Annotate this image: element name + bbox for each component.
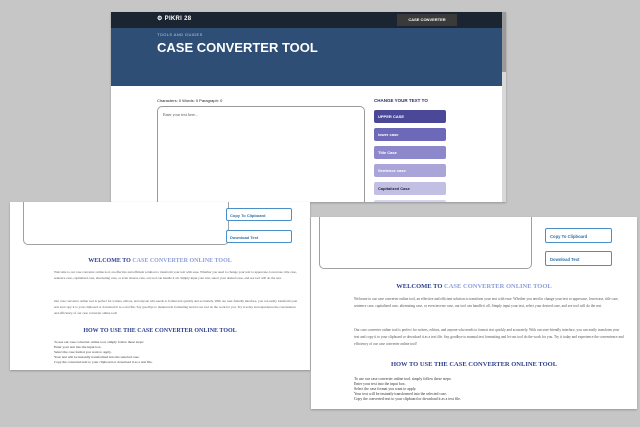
text-input-area[interactable]	[23, 202, 229, 245]
step-item: Select the case format you want to apply…	[54, 350, 112, 354]
lowercase-button[interactable]: lower case	[374, 128, 446, 141]
step-item: Your text will be instantly transformed …	[54, 355, 140, 359]
second-paragraph: Our case converter online tool is perfec…	[54, 299, 298, 315]
scrollbar-thumb[interactable]	[502, 12, 506, 72]
download-text-button[interactable]: Download Text	[226, 230, 292, 243]
steps-intro: To use our case converter online tool, s…	[54, 340, 144, 344]
copy-to-clipboard-button[interactable]: Copy To Clipboard	[545, 228, 612, 243]
screenshot-left: Copy To Clipboard Download Text WELCOME …	[10, 202, 310, 370]
welcome-prefix: WELCOME TO	[396, 283, 445, 290]
step-item: Enter your text into the input box.	[54, 345, 102, 349]
top-navbar: ⚙ PIKRI 28 CASE CONVERTER	[111, 12, 506, 28]
uppercase-button[interactable]: UPPER CASE	[374, 110, 446, 123]
text-input-area[interactable]	[319, 217, 532, 269]
page-scrollbar[interactable]	[502, 12, 506, 202]
more-case-button[interactable]	[374, 200, 446, 202]
copy-to-clipboard-button[interactable]: Copy To Clipboard	[226, 208, 292, 221]
welcome-accent: CASE CONVERTER ONLINE TOOL	[132, 258, 232, 264]
step-item: Copy the converted text to your clipboar…	[354, 397, 461, 401]
nav-case-converter-button[interactable]: CASE CONVERTER	[397, 14, 457, 26]
breadcrumb[interactable]: TOOLS AND GUIDES	[157, 32, 203, 37]
screenshot-right: Copy To Clipboard Download Text WELCOME …	[311, 217, 637, 409]
text-input-area[interactable]: Enter your text here...	[157, 106, 365, 202]
howto-heading: HOW TO USE THE CASE CONVERTER ONLINE TOO…	[390, 361, 558, 368]
titlecase-button[interactable]: Title Case	[374, 146, 446, 159]
sentencecase-button[interactable]: Sentence case	[374, 164, 446, 177]
welcome-accent: CASE CONVERTER ONLINE TOOL	[444, 283, 552, 290]
steps-intro: To use our case converter online tool, s…	[354, 377, 452, 381]
download-text-button[interactable]: Download Text	[545, 251, 612, 266]
howto-heading: HOW TO USE THE CASE CONVERTER ONLINE TOO…	[83, 328, 237, 334]
capitalizedcase-button[interactable]: Capitalized Case	[374, 182, 446, 195]
welcome-heading: WELCOME TO CASE CONVERTER ONLINE TOOL	[10, 258, 310, 264]
site-logo[interactable]: ⚙ PIKRI 28	[157, 15, 191, 22]
welcome-heading: WELCOME TO CASE CONVERTER ONLINE TOOL	[311, 283, 637, 290]
intro-paragraph: Welcome to our case converter online too…	[354, 297, 619, 308]
second-paragraph: Our case converter online tool is perfec…	[354, 328, 624, 346]
textarea-placeholder: Enter your text here...	[163, 112, 198, 117]
page-title: CASE CONVERTER TOOL	[157, 40, 318, 55]
welcome-prefix: WELCOME TO	[88, 258, 133, 264]
step-item: Select the case format you want to apply…	[354, 387, 417, 391]
screenshot-top: ⚙ PIKRI 28 CASE CONVERTER TOOLS AND GUID…	[111, 12, 506, 202]
step-item: Copy the converted text to your clipboar…	[54, 360, 153, 364]
intro-paragraph: Welcome to our case converter online too…	[54, 270, 297, 280]
step-item: Your text will be instantly transformed …	[354, 392, 447, 396]
sidebar-title: CHANGE YOUR TEXT TO	[374, 98, 428, 103]
text-stats: Characters: 0 Words: 0 Paragraph: 0	[157, 98, 223, 103]
step-item: Enter your text into the input box.	[354, 382, 406, 386]
